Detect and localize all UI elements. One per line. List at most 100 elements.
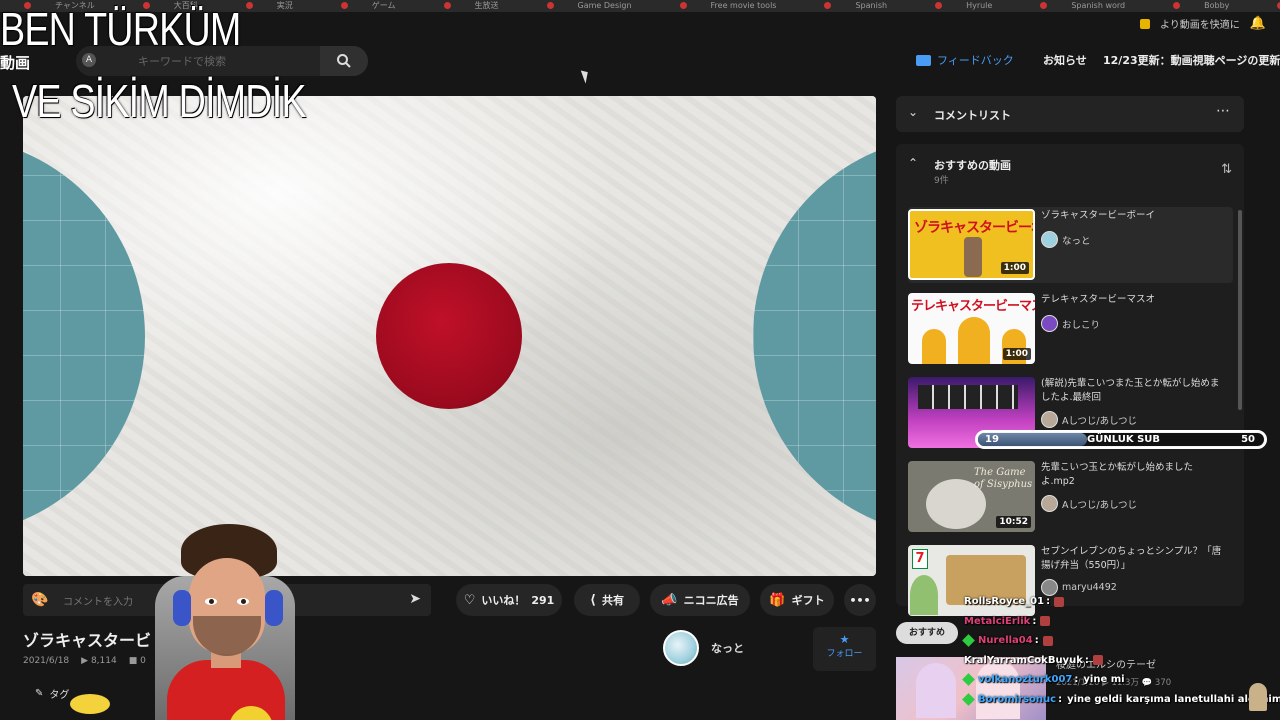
premium-promo-link[interactable]: より動画を快適に: [1160, 16, 1240, 31]
chat-separator: :: [1046, 596, 1051, 607]
bookmark-item[interactable]: Spanish: [812, 1, 899, 10]
heart-icon: ♡: [463, 592, 476, 608]
video-thumbnail[interactable]: テレキャスタービーマスオ 1:00: [908, 293, 1035, 364]
bookmark-favicon-icon: [935, 2, 943, 9]
view-count-group: ▶ 8,114: [81, 656, 117, 666]
share-icon: ⟨: [590, 592, 596, 608]
video-thumbnail[interactable]: The Game of Sisyphus 10:52: [908, 461, 1035, 532]
avatar-shirt: [167, 660, 285, 720]
bookmark-favicon-icon: [824, 2, 832, 9]
bookmark-item[interactable]: Coming: [1265, 1, 1280, 10]
more-icon: •••: [849, 593, 871, 607]
more-button[interactable]: •••: [844, 584, 876, 616]
headset-icon: [173, 590, 191, 626]
like-button[interactable]: ♡ いいね！ 291: [456, 584, 562, 616]
channel-avatar: [1041, 411, 1058, 428]
chat-username: volkanozturk007: [978, 674, 1073, 685]
view-count: 8,114: [90, 656, 117, 666]
bookmark-label: Spanish word: [1071, 1, 1126, 10]
palette-icon[interactable]: 🎨: [31, 592, 48, 608]
bookmark-item[interactable]: 実況: [234, 1, 305, 10]
follow-label: フォロー: [826, 649, 863, 659]
share-button[interactable]: ⟨ 共有: [574, 584, 640, 616]
video-title: ゾラキャスタービ: [23, 631, 152, 650]
channel-avatar: [1041, 315, 1058, 332]
rec-video-title[interactable]: 先輩こいつ玉とか転がし始めましたよ.mp2: [1041, 461, 1226, 489]
chat-emote-icon: [1092, 655, 1103, 666]
bookmark-item[interactable]: ゲーム: [329, 1, 408, 10]
chat-separator: :: [1074, 674, 1079, 685]
channel-avatar: [1041, 231, 1058, 248]
chat-message: MetalciErlik :: [964, 612, 1280, 632]
rec-video-title[interactable]: ゾラキャスタービーボーイ: [1041, 209, 1226, 223]
rec-video-title[interactable]: (解説)先輩こいつまた玉とか転がし始めましたよ.最終回: [1041, 377, 1226, 405]
recommended-count: 9件: [934, 176, 949, 186]
uploader-name[interactable]: なっと: [711, 640, 744, 656]
gift-button[interactable]: 🎁 ギフト: [760, 584, 834, 616]
rec-channel[interactable]: Aしつじ/あしつじ: [1041, 495, 1137, 512]
gift-label: ギフト: [791, 594, 825, 607]
bookmark-label: 実況: [276, 1, 293, 10]
pikachu-sticker-icon: [60, 688, 120, 716]
comment-list-title: コメントリスト: [934, 109, 1011, 122]
rec-video-item[interactable]: The Game of Sisyphus 10:52 先輩こいつ玉とか転がし始め…: [908, 459, 1233, 535]
bookmark-favicon-icon: [1040, 2, 1048, 9]
chat-username: Boromirsonuc: [978, 693, 1057, 705]
sort-icon[interactable]: ⇅: [1221, 162, 1232, 177]
chat-emote-icon: [1054, 596, 1065, 607]
thumbnail-character: [916, 663, 956, 718]
bookmark-item[interactable]: Game Design: [535, 1, 644, 10]
rec-channel[interactable]: なっと: [1041, 231, 1091, 248]
bookmark-item[interactable]: Spanish word: [1028, 1, 1137, 10]
tab-recommended[interactable]: おすすめ: [896, 622, 958, 644]
video-player[interactable]: [23, 96, 876, 576]
ad-label: ニコニ広告: [683, 594, 739, 607]
stream-chat-overlay: RollsRoyce_01 : MetalciErlik : Nurella04 :…: [962, 592, 1280, 709]
thumbnail-text: ゾラキャスタービーボーイ: [914, 220, 1033, 236]
rec-channel[interactable]: Aしつじ/あしつじ: [1041, 411, 1137, 428]
rec-channel[interactable]: おしこり: [1041, 315, 1100, 332]
comment-list-panel[interactable]: ⌄ コメントリスト ⋯: [896, 96, 1244, 132]
video-duration: 1:00: [1002, 348, 1031, 360]
rec-video-item[interactable]: テレキャスタービーマスオ 1:00 テレキャスタービーマスオ おしこり: [908, 291, 1233, 367]
chevron-up-icon[interactable]: ⌃: [908, 156, 918, 170]
chat-message: volkanozturk007 : yine mi: [962, 670, 1280, 690]
video-thumbnail[interactable]: ゾラキャスタービーボーイ 1:00: [908, 209, 1035, 280]
rec-video-item[interactable]: ゾラキャスタービーボーイ 1:00 ゾラキャスタービーボーイ なっと: [908, 207, 1233, 283]
chat-separator: :: [1084, 654, 1089, 666]
thumbnail-text: テレキャスタービーマスオ: [911, 299, 1035, 314]
update-banner[interactable]: 12/23更新：動画視聴ページの更新: [1103, 52, 1280, 68]
bookmark-item[interactable]: Hyrule: [923, 1, 1004, 10]
channel-avatar: [1041, 495, 1058, 512]
niconi-ad-button[interactable]: 📣 ニコニ広告: [650, 584, 750, 616]
sub-goal-target: 50: [1241, 434, 1255, 445]
comment-count-group: ■ 0: [128, 656, 146, 666]
rec-video-title[interactable]: テレキャスタービーマスオ: [1041, 293, 1226, 307]
panel-more-icon[interactable]: ⋯: [1216, 103, 1230, 119]
like-label: いいね！: [481, 594, 526, 607]
bookmark-item[interactable]: 生放送: [432, 1, 511, 10]
panel-scrollbar[interactable]: [1238, 210, 1242, 410]
comment-count: 0: [140, 656, 146, 666]
notice-link[interactable]: お知らせ: [1043, 52, 1087, 68]
feedback-link[interactable]: フィードバック: [916, 52, 1014, 68]
bell-icon[interactable]: 🔔: [1250, 16, 1266, 31]
video-duration: 10:52: [996, 516, 1031, 528]
star-icon: ★: [839, 633, 850, 646]
bookmark-item[interactable]: Free movie tools: [668, 1, 789, 10]
video-duration: 1:00: [1000, 262, 1029, 274]
chat-badge-icon: [962, 692, 975, 706]
follow-button[interactable]: ★ フォロー: [813, 627, 876, 671]
search-button[interactable]: [320, 46, 368, 76]
uploader-info[interactable]: なっと: [663, 630, 744, 666]
chat-emote-icon: [1042, 635, 1053, 646]
thumbnail-keyboard: [918, 385, 1018, 409]
uploader-avatar[interactable]: [663, 630, 699, 666]
screen: チャンネル 大百科 実況 ゲーム 生放送 Game Design Free movie to…: [0, 0, 1280, 720]
chevron-down-icon[interactable]: ⌄: [908, 105, 918, 119]
bookmark-item[interactable]: Bobby: [1161, 1, 1241, 10]
rec-video-title[interactable]: セブンイレブンのちょっとシンプル？「唐揚げ弁当（550円）」: [1041, 545, 1226, 573]
comment-input[interactable]: コメントを入力: [63, 593, 133, 608]
premium-icon: [1140, 18, 1150, 29]
send-icon[interactable]: ➤: [409, 591, 421, 607]
